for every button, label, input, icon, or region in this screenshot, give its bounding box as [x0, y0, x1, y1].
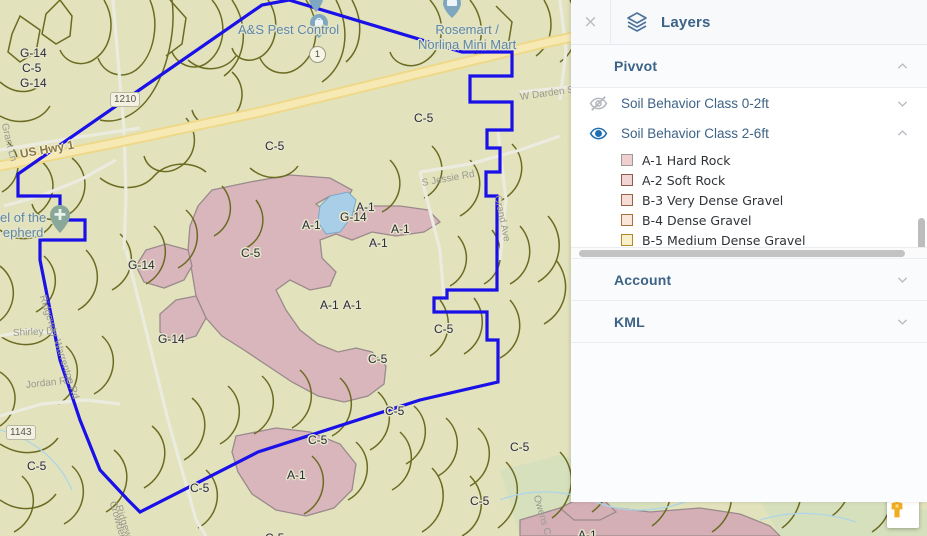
chevron-down-icon[interactable]: [896, 97, 909, 110]
legend-row[interactable]: A-1 Hard Rock: [571, 150, 927, 170]
layer-row-soil-2-6ft[interactable]: Soil Behavior Class 2-6ft: [571, 118, 927, 148]
accordion-kml[interactable]: KML: [571, 301, 927, 343]
legend-horizontal-scrollbar[interactable]: [571, 248, 927, 259]
accordion-pivvot[interactable]: Pivvot: [571, 45, 927, 88]
layers-icon: [625, 10, 649, 34]
accordion-account[interactable]: Account: [571, 259, 927, 301]
map-route-shield: 1143: [6, 425, 36, 440]
close-icon[interactable]: ×: [571, 0, 611, 45]
accordion-kml-label: KML: [614, 313, 645, 330]
accordion-account-label: Account: [614, 271, 672, 288]
panel-filler: [571, 343, 927, 502]
legend-swatch: [621, 234, 633, 246]
legend-label: B-3 Very Dense Gravel: [642, 192, 784, 208]
legend-swatch: [621, 194, 633, 206]
eye-icon[interactable]: [589, 124, 615, 143]
chevron-down-icon[interactable]: [896, 273, 909, 286]
legend-swatch: [621, 154, 633, 166]
legend-row[interactable]: B-3 Very Dense Gravel: [571, 190, 927, 210]
legend-row[interactable]: B-5 Medium Dense Gravel: [571, 230, 927, 248]
layer-label-soil-0-2ft: Soil Behavior Class 0-2ft: [621, 95, 769, 111]
chevron-up-icon[interactable]: [896, 127, 909, 140]
panel-header: × Layers: [571, 0, 927, 45]
app-root: G-14 C-5 G-14 C-5 C-5 A-1 G-14 A-1 A-1 A-1 C-5 G-14…: [0, 0, 927, 536]
legend-label: A-1 Hard Rock: [642, 152, 731, 168]
map-route-shield: 1: [309, 46, 326, 63]
layers-panel: × Layers Pivvot Soil Behavior Class 0-2f…: [571, 0, 927, 502]
legend-swatch: [621, 214, 633, 226]
layers-list: Soil Behavior Class 0-2ft Soil Behavior …: [571, 88, 927, 248]
legend-swatch: [621, 174, 633, 186]
accordion-pivvot-label: Pivvot: [614, 58, 658, 74]
chevron-down-icon[interactable]: [896, 315, 909, 328]
layer-row-soil-0-2ft[interactable]: Soil Behavior Class 0-2ft: [571, 88, 927, 118]
legend-label: B-5 Medium Dense Gravel: [642, 232, 806, 248]
legend-label: A-2 Soft Rock: [642, 172, 726, 188]
layer-label-soil-2-6ft: Soil Behavior Class 2-6ft: [621, 125, 769, 141]
map-route-shield: 1210: [110, 92, 141, 107]
chevron-up-icon[interactable]: [896, 60, 909, 73]
legend-vertical-scrollbar-thumb[interactable]: [918, 218, 925, 247]
eye-off-icon[interactable]: [589, 94, 615, 113]
legend-row[interactable]: A-2 Soft Rock: [571, 170, 927, 190]
legend-vertical-scrollbar[interactable]: [918, 88, 925, 247]
legend-horizontal-scrollbar-thumb[interactable]: [579, 250, 906, 257]
panel-title: Layers: [661, 13, 711, 31]
legend-label: B-4 Dense Gravel: [642, 212, 752, 228]
layers-scroll-area[interactable]: Soil Behavior Class 0-2ft Soil Behavior …: [571, 88, 927, 248]
legend-row[interactable]: B-4 Dense Gravel: [571, 210, 927, 230]
legend-list: A-1 Hard Rock A-2 Soft Rock B-3 Very Dense…: [571, 148, 927, 248]
